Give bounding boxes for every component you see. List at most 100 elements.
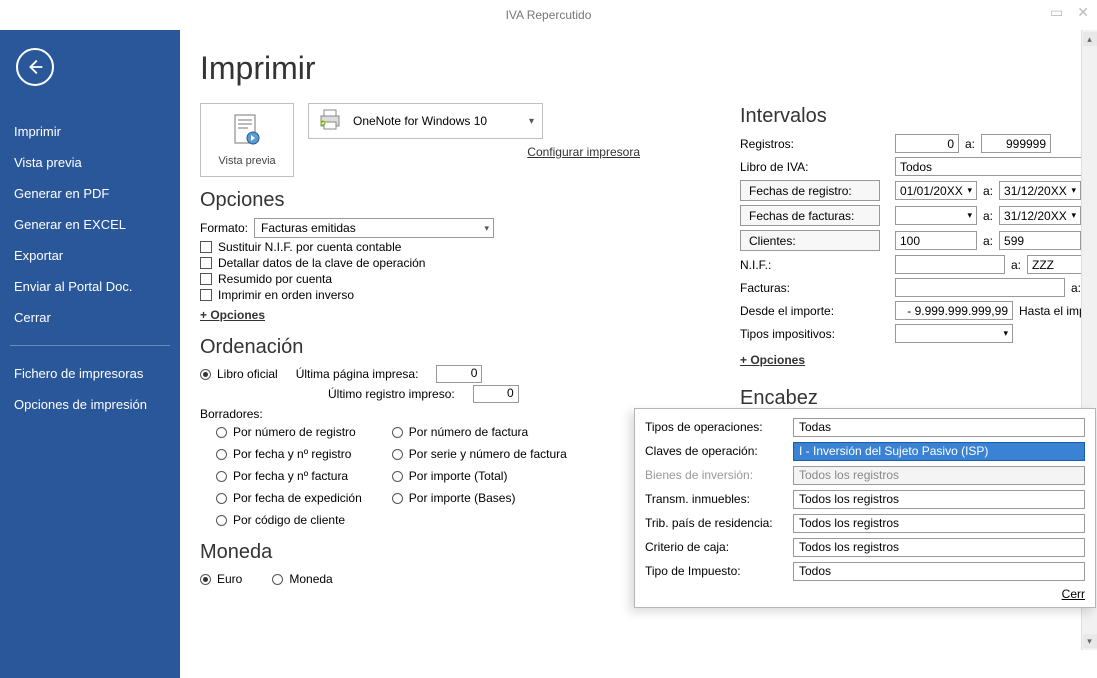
popup-cerrar-link[interactable]: Cerr	[645, 587, 1085, 601]
opciones-more-link[interactable]: + Opciones	[200, 308, 265, 322]
maximize-icon[interactable]: ▭	[1050, 4, 1063, 21]
radio-fecha-expedicion[interactable]	[216, 493, 227, 504]
fechas-registro-from-select[interactable]: 01/01/20XX▾	[895, 181, 977, 200]
radio-fecha-factura-label: Por fecha y nº factura	[233, 469, 348, 483]
chk-orden-inverso[interactable]	[200, 289, 212, 301]
ultimo-registro-input[interactable]: 0	[473, 385, 519, 403]
desde-importe-label: Desde el importe:	[740, 304, 895, 318]
intervalos-panel: Intervalos Registros: 0 a: 999999 Libro …	[740, 105, 1097, 454]
ultima-pagina-label: Última página impresa:	[296, 367, 419, 381]
trib-pais-select[interactable]: Todos los registros	[793, 514, 1085, 533]
sidebar-item-portal-doc[interactable]: Enviar al Portal Doc.	[0, 271, 180, 302]
radio-libro-oficial[interactable]	[200, 369, 211, 380]
radio-codigo-cliente[interactable]	[216, 515, 227, 526]
sidebar-item-vista-previa[interactable]: Vista previa	[0, 147, 180, 178]
chevron-down-icon: ▾	[967, 185, 972, 196]
encabezado-heading: Encabez	[740, 387, 1097, 410]
registros-from-input[interactable]: 0	[895, 134, 959, 153]
sidebar-item-opciones-impresion[interactable]: Opciones de impresión	[0, 389, 180, 420]
title-bar: IVA Repercutido ▭ ✕	[0, 0, 1097, 30]
fechas-facturas-from-select[interactable]: ▾	[895, 206, 977, 225]
fechas-registro-to-select[interactable]: 31/12/20XX▾	[999, 181, 1081, 200]
vista-previa-button[interactable]: Vista previa	[200, 103, 294, 177]
page-title: Imprimir	[200, 50, 1077, 87]
ultimo-registro-label: Último registro impreso:	[328, 387, 455, 401]
radio-serie-factura-label: Por serie y número de factura	[409, 447, 567, 461]
bienes-inversion-select: Todos los registros	[793, 466, 1085, 485]
radio-importe-total-label: Por importe (Total)	[409, 469, 508, 483]
printer-icon	[317, 109, 343, 134]
radio-fecha-registro[interactable]	[216, 449, 227, 460]
radio-importe-bases-label: Por importe (Bases)	[409, 491, 516, 505]
radio-num-registro-label: Por número de registro	[233, 425, 356, 439]
clientes-from-input[interactable]: 100	[895, 231, 977, 250]
document-preview-icon	[233, 114, 261, 151]
tipos-impositivos-select[interactable]: ▾	[895, 324, 1013, 343]
sidebar-item-generar-pdf[interactable]: Generar en PDF	[0, 178, 180, 209]
chevron-down-icon: ▾	[529, 116, 534, 127]
criterio-caja-select[interactable]: Todos los registros	[793, 538, 1085, 557]
radio-num-factura[interactable]	[392, 427, 403, 438]
intervalos-more-link[interactable]: + Opciones	[740, 353, 805, 367]
tipos-impositivos-label: Tipos impositivos:	[740, 327, 895, 341]
radio-importe-bases[interactable]	[392, 493, 403, 504]
registros-to-input[interactable]: 999999	[981, 134, 1051, 153]
chevron-down-icon: ▾	[967, 210, 972, 221]
radio-moneda[interactable]	[272, 574, 283, 585]
radio-fecha-factura[interactable]	[216, 471, 227, 482]
transm-inmuebles-select[interactable]: Todos los registros	[793, 490, 1085, 509]
fechas-registro-button[interactable]: Fechas de registro:	[740, 180, 880, 201]
chk-resumido-cuenta[interactable]	[200, 273, 212, 285]
clientes-button[interactable]: Clientes:	[740, 230, 880, 251]
chevron-down-icon: ▾	[1071, 210, 1076, 221]
sidebar-item-cerrar[interactable]: Cerrar	[0, 302, 180, 333]
configurar-impresora-link[interactable]: Configurar impresora	[308, 145, 640, 159]
facturas-label: Facturas:	[740, 281, 895, 295]
tipos-operaciones-select[interactable]: Todas	[793, 418, 1085, 437]
radio-num-registro[interactable]	[216, 427, 227, 438]
facturas-from-input[interactable]	[895, 278, 1065, 297]
window-controls: ▭ ✕	[1050, 4, 1089, 21]
opciones-popup: Tipos de operaciones:Todas Claves de ope…	[634, 408, 1096, 608]
tipo-impuesto-label: Tipo de Impuesto:	[645, 564, 785, 578]
radio-codigo-cliente-label: Por código de cliente	[233, 513, 345, 527]
clientes-to-input[interactable]: 599	[999, 231, 1081, 250]
radio-serie-factura[interactable]	[392, 449, 403, 460]
sidebar-item-exportar[interactable]: Exportar	[0, 240, 180, 271]
claves-operacion-select[interactable]: I - Inversión del Sujeto Pasivo (ISP)	[793, 442, 1085, 461]
sidebar-item-generar-excel[interactable]: Generar en EXCEL	[0, 209, 180, 240]
chevron-down-icon: ▾	[1003, 328, 1008, 339]
registros-label: Registros:	[740, 137, 895, 151]
claves-operacion-label: Claves de operación:	[645, 444, 785, 458]
transm-inmuebles-label: Transm. inmuebles:	[645, 492, 785, 506]
printer-name: OneNote for Windows 10	[353, 114, 487, 128]
chk-sustituir-nif[interactable]	[200, 241, 212, 253]
ultima-pagina-input[interactable]: 0	[436, 365, 482, 383]
scroll-up-button[interactable]: ▴	[1083, 32, 1097, 46]
radio-num-factura-label: Por número de factura	[409, 425, 528, 439]
radio-fecha-registro-label: Por fecha y nº registro	[233, 447, 351, 461]
desde-importe-input[interactable]: - 9.999.999.999,99	[895, 301, 1013, 320]
scroll-down-button[interactable]: ▾	[1083, 634, 1097, 648]
chk-resumido-cuenta-label: Resumido por cuenta	[218, 272, 332, 286]
printer-select[interactable]: OneNote for Windows 10 ▾	[308, 103, 543, 139]
chevron-down-icon: ▾	[484, 223, 489, 234]
chk-detallar-clave-label: Detallar datos de la clave de operación	[218, 256, 425, 270]
close-icon[interactable]: ✕	[1077, 4, 1089, 21]
sidebar-item-fichero-impresoras[interactable]: Fichero de impresoras	[0, 358, 180, 389]
back-button[interactable]	[16, 48, 54, 86]
libro-iva-select[interactable]: Todos▾	[895, 157, 1097, 176]
formato-select[interactable]: Facturas emitidas▾	[254, 218, 494, 238]
chk-orden-inverso-label: Imprimir en orden inverso	[218, 288, 354, 302]
nif-from-input[interactable]	[895, 255, 1005, 274]
intervalos-heading: Intervalos	[740, 105, 1097, 128]
tipo-impuesto-select[interactable]: Todos	[793, 562, 1085, 581]
radio-euro[interactable]	[200, 574, 211, 585]
fechas-facturas-to-select[interactable]: 31/12/20XX▾	[999, 206, 1081, 225]
libro-iva-label: Libro de IVA:	[740, 160, 895, 174]
sidebar-item-imprimir[interactable]: Imprimir	[0, 116, 180, 147]
formato-label: Formato:	[200, 221, 248, 235]
fechas-facturas-button[interactable]: Fechas de facturas:	[740, 205, 880, 226]
radio-importe-total[interactable]	[392, 471, 403, 482]
chk-detallar-clave[interactable]	[200, 257, 212, 269]
